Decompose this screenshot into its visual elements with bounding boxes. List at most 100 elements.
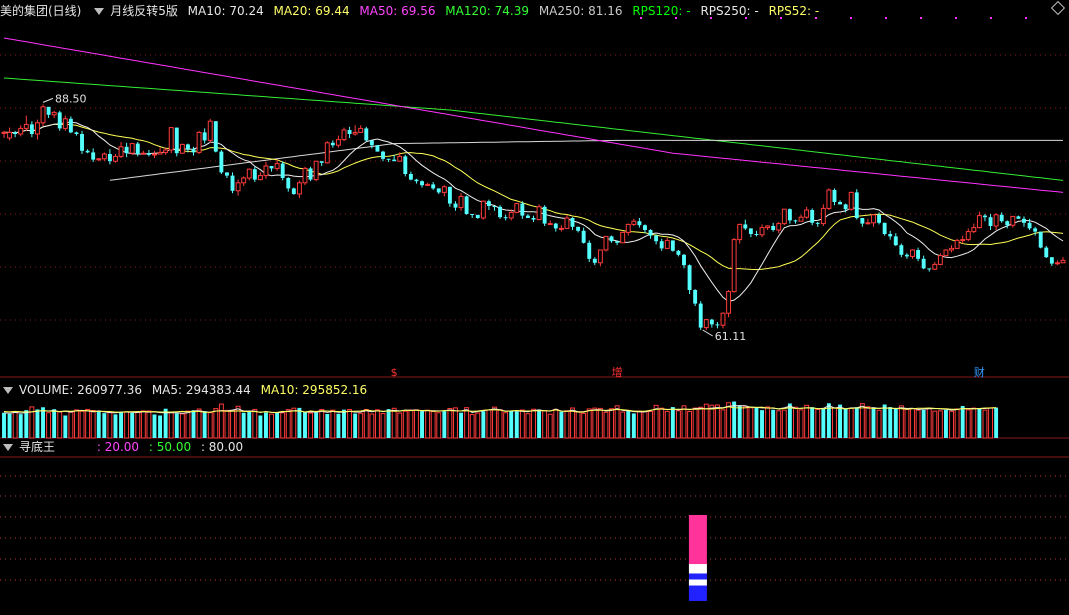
- event-marker: $: [391, 366, 398, 378]
- volume-bar: [280, 412, 286, 439]
- candle-body: [999, 214, 1004, 222]
- volume-bar: [57, 411, 63, 439]
- candle-body: [698, 303, 703, 328]
- candle-body: [213, 121, 218, 152]
- candle-body: [324, 142, 330, 164]
- candle: [403, 154, 408, 177]
- candle-body: [759, 227, 765, 236]
- candle: [352, 125, 358, 136]
- volume-bar: [314, 412, 319, 438]
- signal-bar-segment: [688, 579, 707, 586]
- volume-bar: [347, 409, 353, 439]
- volume-bar: [353, 413, 358, 438]
- candle-body: [564, 217, 570, 229]
- candle-body: [576, 226, 581, 231]
- candle-body: [1027, 222, 1032, 229]
- candle-body: [330, 142, 335, 146]
- volume-bar: [960, 406, 965, 438]
- rps-dot: [780, 17, 782, 19]
- candle-body: [682, 254, 686, 266]
- candle: [118, 142, 124, 158]
- volume-bar: [96, 410, 101, 438]
- candle-body: [1016, 216, 1021, 219]
- volume-bar: [636, 410, 642, 439]
- candle: [369, 140, 374, 149]
- candle-body: [676, 250, 681, 255]
- candle-body: [230, 175, 235, 191]
- rps-dot: [675, 17, 677, 19]
- candle-body: [441, 186, 447, 193]
- candle-body: [480, 200, 486, 219]
- volume-bar: [893, 408, 898, 438]
- candle-body: [57, 112, 62, 129]
- volume-bar: [285, 409, 291, 439]
- volume-bar: [503, 412, 509, 439]
- volume-bar: [793, 406, 798, 439]
- candle-body: [408, 174, 413, 180]
- volume-bar: [865, 406, 871, 439]
- volume-bar: [603, 411, 609, 439]
- candle: [257, 172, 263, 181]
- candle: [302, 166, 308, 186]
- volume-bar: [882, 404, 887, 438]
- candle-body: [810, 210, 815, 223]
- candle-body: [274, 163, 280, 169]
- volume-bar: [915, 409, 921, 439]
- candle: [498, 205, 503, 219]
- candle-body: [1038, 231, 1043, 248]
- signal-bar-segment: [688, 515, 707, 565]
- candle-body: [124, 146, 129, 154]
- volume-bar: [497, 409, 503, 439]
- volume-bar: [631, 413, 636, 438]
- candle-body: [703, 319, 709, 329]
- candle: [854, 189, 859, 220]
- volume-bar: [85, 408, 91, 439]
- candle: [637, 218, 642, 228]
- candle-body: [793, 220, 798, 222]
- candle-body: [893, 236, 898, 246]
- candle: [971, 223, 977, 234]
- volume-bar: [949, 410, 954, 439]
- volume-bar: [264, 412, 268, 438]
- volume-bar: [838, 404, 843, 438]
- volume-bar: [140, 410, 146, 439]
- candle-body: [631, 220, 637, 225]
- rps-dot: [640, 17, 642, 19]
- volume-bar: [971, 407, 977, 439]
- candle: [581, 227, 586, 244]
- candle: [620, 231, 626, 244]
- volume-bar: [648, 410, 653, 439]
- candle-body: [140, 152, 146, 155]
- candle: [643, 224, 647, 234]
- candle: [503, 214, 508, 221]
- candle-body: [587, 242, 592, 259]
- volume-bar: [944, 409, 948, 438]
- candle-body: [971, 227, 977, 233]
- candle: [542, 205, 547, 226]
- candle: [592, 257, 597, 266]
- candle: [425, 182, 431, 186]
- candle-body: [113, 155, 118, 162]
- candle: [358, 125, 364, 133]
- volume-bar: [559, 411, 564, 438]
- candle: [85, 149, 90, 154]
- candle: [80, 130, 84, 154]
- volume-bar: [542, 410, 548, 439]
- volume-bar: [798, 409, 804, 439]
- volume-bar: [871, 408, 876, 438]
- candle: [308, 166, 313, 182]
- volume-bar: [386, 409, 391, 438]
- volume-bar: [570, 407, 575, 439]
- candle-body: [570, 218, 575, 227]
- candle-body: [291, 188, 296, 194]
- volume-bar: [854, 407, 859, 438]
- candle: [168, 126, 174, 154]
- volume-bar: [179, 413, 185, 439]
- candle: [408, 171, 413, 181]
- candle-body: [425, 183, 431, 186]
- candle-body: [832, 190, 837, 202]
- candle: [954, 238, 960, 249]
- candle: [246, 168, 252, 181]
- candle-body: [302, 167, 308, 184]
- volume-bar: [414, 409, 419, 439]
